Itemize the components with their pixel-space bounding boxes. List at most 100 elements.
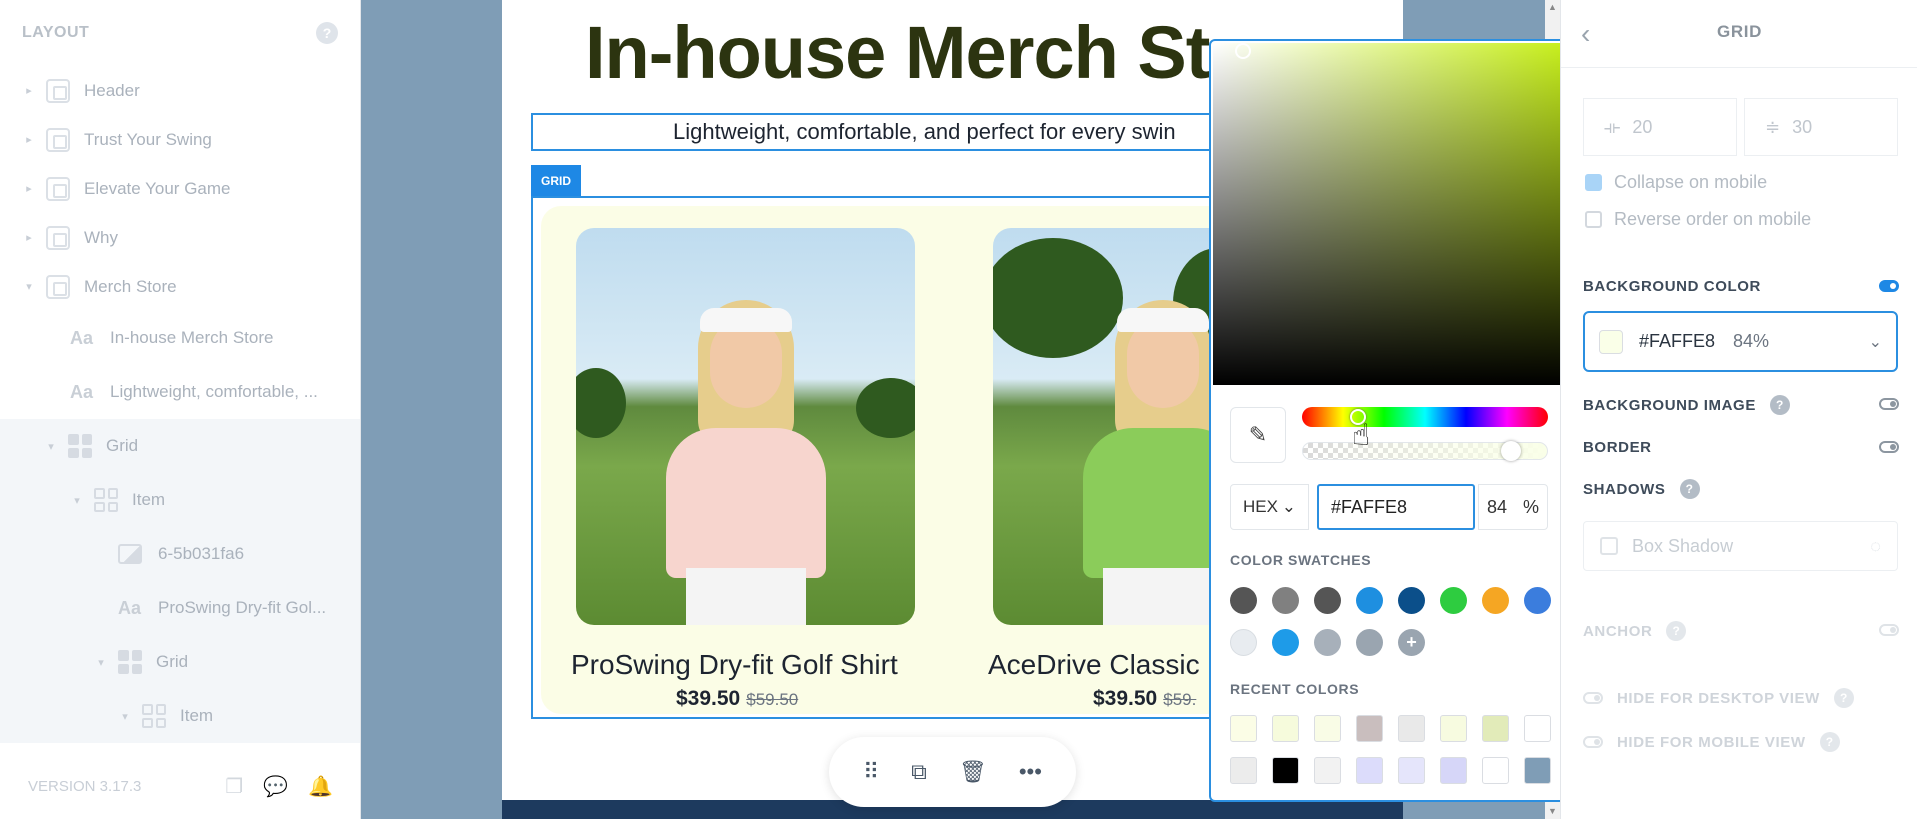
tree-item-image[interactable]: 6-5b031fa6 <box>0 527 360 581</box>
delete-icon[interactable]: 🗑 <box>959 759 987 785</box>
tree-item-grid-selected[interactable]: ▾ Grid <box>0 419 360 473</box>
chevron-down-icon[interactable]: ▾ <box>22 280 36 293</box>
border-toggle[interactable] <box>1879 441 1899 453</box>
collapse-mobile-checkbox[interactable]: Collapse on mobile <box>1585 172 1767 193</box>
tree-item-trust-your-swing[interactable]: ▸ Trust Your Swing <box>0 115 360 164</box>
help-icon[interactable]: ? <box>1833 688 1854 708</box>
product-image[interactable] <box>576 228 915 625</box>
recent-color[interactable] <box>1230 757 1257 784</box>
recent-color[interactable] <box>1524 715 1551 742</box>
bg-image-toggle[interactable] <box>1879 398 1899 410</box>
recent-color[interactable] <box>1524 757 1551 784</box>
product-price: $39.50 $59.50 <box>576 687 915 711</box>
recent-color[interactable] <box>1314 715 1341 742</box>
page-heading[interactable]: In-house Merch St <box>585 10 1210 95</box>
eye-off-icon[interactable]: ◌ <box>1870 536 1881 557</box>
recent-color[interactable] <box>1440 715 1467 742</box>
more-icon[interactable]: ••• <box>1019 759 1042 785</box>
scroll-down-icon[interactable]: ▼ <box>1548 806 1557 816</box>
tree-item-nested-grid[interactable]: ▾ Grid <box>0 635 360 689</box>
bg-color-field[interactable]: #FAFFE8 84% ⌄ <box>1583 311 1898 372</box>
eyedropper-icon[interactable]: ✎ <box>1230 407 1286 463</box>
chat-icon[interactable]: 💬 <box>263 774 288 799</box>
drag-icon[interactable]: ⠿ <box>863 759 879 785</box>
recent-color[interactable] <box>1230 715 1257 742</box>
hide-desktop-toggle[interactable] <box>1583 692 1603 704</box>
help-icon[interactable]: ? <box>1666 621 1687 641</box>
alpha-handle[interactable] <box>1501 441 1521 461</box>
color-swatch[interactable] <box>1524 587 1551 614</box>
hex-input[interactable]: #FAFFE8 <box>1317 484 1475 530</box>
color-swatch[interactable] <box>1356 587 1383 614</box>
bell-icon[interactable]: 🔔 <box>308 774 333 799</box>
chevron-right-icon[interactable]: ▸ <box>22 182 36 195</box>
chevron-right-icon[interactable]: ▸ <box>22 84 36 97</box>
grid-element-tag[interactable]: GRID <box>531 165 581 196</box>
recent-color[interactable] <box>1272 757 1299 784</box>
layers-icon[interactable]: ❐ <box>225 774 243 799</box>
recent-color[interactable] <box>1398 715 1425 742</box>
recent-color[interactable] <box>1272 715 1299 742</box>
tree-item-header[interactable]: ▸ Header <box>0 66 360 115</box>
recent-color[interactable] <box>1398 757 1425 784</box>
recent-color[interactable] <box>1482 757 1509 784</box>
anchor-toggle[interactable] <box>1879 624 1899 636</box>
row-gap-input[interactable]: ≑ 30 <box>1744 98 1898 156</box>
box-shadow-option[interactable]: Box Shadow ◌ <box>1583 521 1898 571</box>
tree-item-product-title[interactable]: Aa ProSwing Dry-fit Gol... <box>0 581 360 635</box>
product-card[interactable]: ProSwing Dry-fit Golf Shirt $39.50 $59.50 <box>571 228 915 711</box>
reverse-mobile-checkbox[interactable]: Reverse order on mobile <box>1585 209 1811 230</box>
scroll-up-icon[interactable]: ▲ <box>1548 2 1557 12</box>
color-swatch[interactable] <box>1356 629 1383 656</box>
saturation-handle[interactable] <box>1235 43 1251 59</box>
color-swatch[interactable] <box>1272 587 1299 614</box>
alpha-slider[interactable] <box>1302 441 1548 461</box>
color-swatch[interactable] <box>1398 587 1425 614</box>
chevron-down-icon[interactable]: ▾ <box>70 494 84 507</box>
tree-item-elevate-your-game[interactable]: ▸ Elevate Your Game <box>0 164 360 213</box>
help-icon[interactable]: ? <box>1679 479 1700 499</box>
column-gap-input[interactable]: ⟛ 20 <box>1583 98 1737 156</box>
tree-item-heading[interactable]: Aa In-house Merch Store <box>0 311 360 365</box>
color-swatch[interactable] <box>1230 587 1257 614</box>
recent-color[interactable] <box>1356 757 1383 784</box>
recent-color[interactable] <box>1482 715 1509 742</box>
saturation-area[interactable] <box>1213 43 1565 385</box>
chevron-right-icon[interactable]: ▸ <box>22 231 36 244</box>
bg-color-toggle[interactable] <box>1879 280 1899 292</box>
format-select[interactable]: HEX ⌄ <box>1230 484 1309 530</box>
chevron-down-icon[interactable]: ▾ <box>118 710 132 723</box>
color-swatch[interactable] <box>1314 629 1341 656</box>
chevron-down-icon[interactable]: ▾ <box>44 440 58 453</box>
checkbox-unchecked[interactable] <box>1585 211 1602 228</box>
color-swatch[interactable] <box>1314 587 1341 614</box>
recent-color[interactable] <box>1440 757 1467 784</box>
color-swatch[interactable] <box>1272 629 1299 656</box>
alpha-input[interactable]: 84 % <box>1478 484 1548 530</box>
tree-item-subheading[interactable]: Aa Lightweight, comfortable, ... <box>0 365 360 419</box>
recent-color[interactable] <box>1314 757 1341 784</box>
layout-title: LAYOUT <box>22 24 90 41</box>
checkbox-checked[interactable] <box>1585 174 1602 191</box>
add-swatch-icon[interactable]: + <box>1398 629 1425 656</box>
product-title[interactable]: ProSwing Dry-fit Golf Shirt <box>571 649 915 681</box>
hue-slider[interactable] <box>1302 407 1548 427</box>
color-swatch[interactable] <box>1482 587 1509 614</box>
tree-item-merch-store[interactable]: ▾ Merch Store <box>0 262 360 311</box>
tree-item-label: Lightweight, comfortable, ... <box>110 382 318 401</box>
tree-item-nested-item[interactable]: ▾ Item <box>0 689 360 743</box>
checkbox-unchecked[interactable] <box>1600 537 1618 555</box>
color-swatch[interactable] <box>1440 587 1467 614</box>
help-icon[interactable]: ? <box>1769 395 1790 415</box>
tree-item-item[interactable]: ▾ Item <box>0 473 360 527</box>
layout-footer: VERSION 3.17.3 ❐ 💬 🔔 <box>0 753 361 819</box>
chevron-down-icon[interactable]: ▾ <box>94 656 108 669</box>
chevron-right-icon[interactable]: ▸ <box>22 133 36 146</box>
help-icon[interactable]: ? <box>1819 732 1840 752</box>
hide-mobile-toggle[interactable] <box>1583 736 1603 748</box>
recent-color[interactable] <box>1356 715 1383 742</box>
tree-item-why[interactable]: ▸ Why <box>0 213 360 262</box>
duplicate-icon[interactable]: ⧉ <box>911 759 927 785</box>
color-swatch[interactable] <box>1230 629 1257 656</box>
help-icon[interactable]: ? <box>316 22 338 44</box>
